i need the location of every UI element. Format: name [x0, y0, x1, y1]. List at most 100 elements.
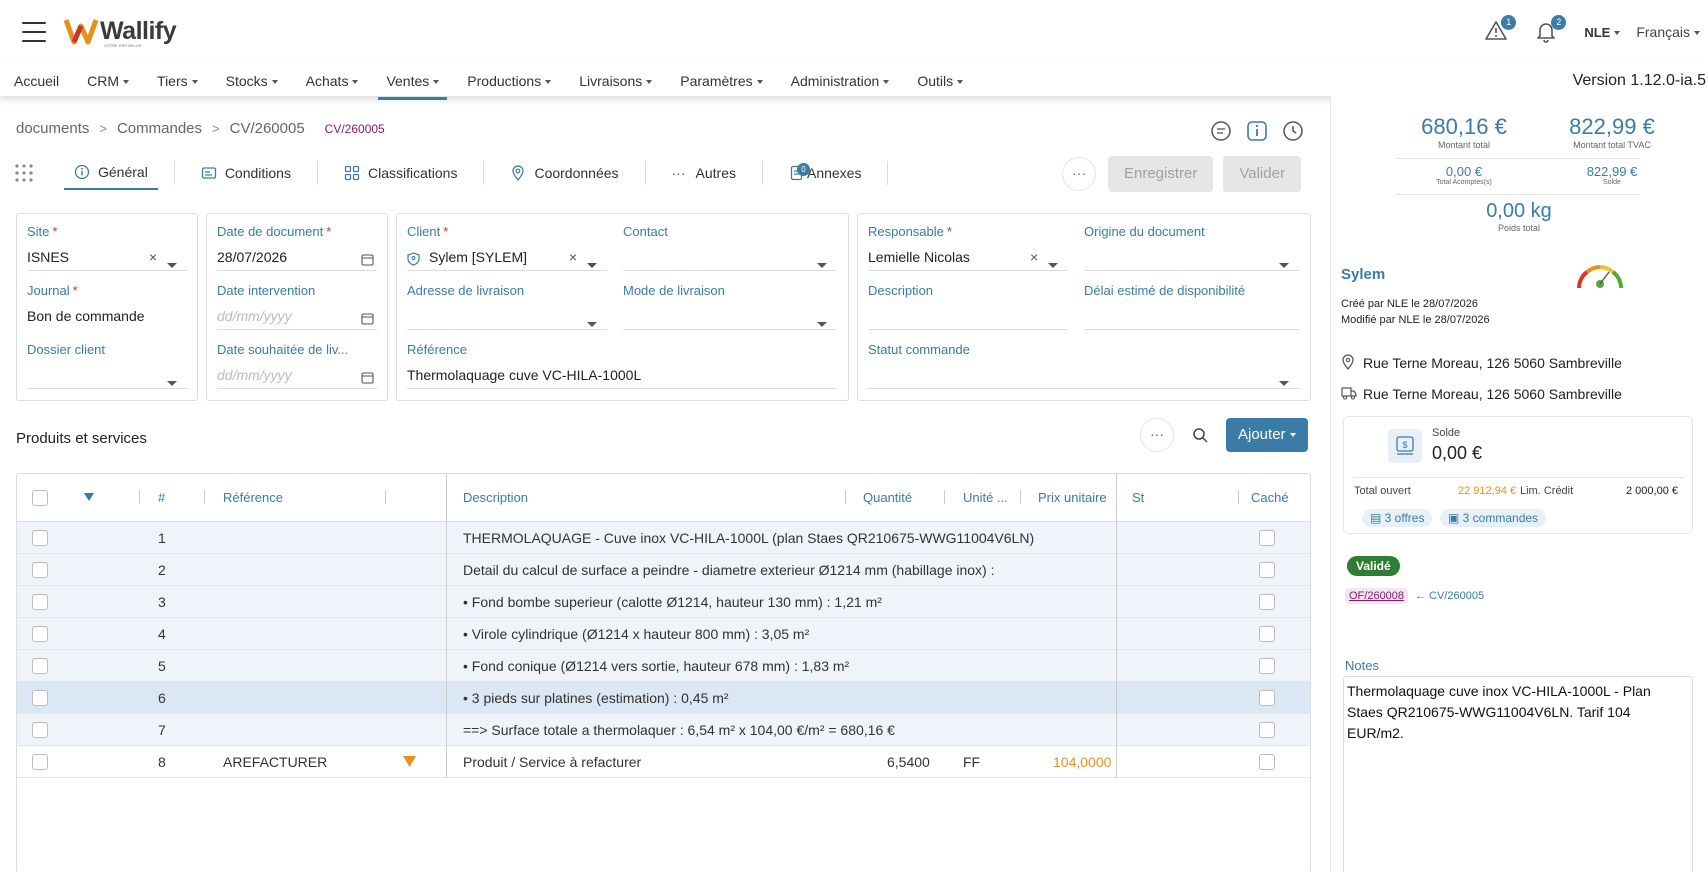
client-field[interactable]: Client * Sylem [SYLEM] ×	[407, 224, 607, 271]
chevron-down-icon[interactable]	[587, 255, 597, 271]
nav-crm[interactable]: CRM	[79, 64, 137, 97]
row-checkbox[interactable]	[32, 658, 48, 674]
date-intervention-field[interactable]: Date intervention dd/mm/yyyy	[217, 283, 377, 330]
select-all-checkbox[interactable]	[32, 490, 48, 506]
row-checkbox[interactable]	[32, 626, 48, 642]
clear-icon[interactable]: ×	[149, 249, 157, 265]
row-description[interactable]: THERMOLAQUAGE - Cuve inox VC-HILA-1000L …	[463, 530, 1034, 546]
contact-field[interactable]: Contact	[623, 224, 837, 271]
chevron-down-icon[interactable]	[1048, 255, 1058, 271]
row-checkbox[interactable]	[32, 562, 48, 578]
mode-livraison-field[interactable]: Mode de livraison	[623, 283, 837, 330]
comment-icon[interactable]	[1210, 120, 1232, 142]
date-document-field[interactable]: Date de document * 28/07/2026	[217, 224, 377, 271]
calendar-icon[interactable]	[361, 371, 374, 384]
col-st[interactable]: St	[1132, 490, 1144, 505]
col-reference[interactable]: Référence	[223, 490, 283, 505]
tab-annexes[interactable]: 0 Annexes	[779, 157, 871, 189]
nav-outils[interactable]: Outils	[909, 64, 971, 97]
tab-conditions[interactable]: Conditions	[191, 157, 301, 189]
tab-classifications[interactable]: Classifications	[334, 157, 467, 189]
logo[interactable]: Wallify VOTRE ERP BELGE	[64, 16, 177, 48]
col-num[interactable]: #	[158, 490, 165, 505]
site-field[interactable]: Site * ISNES ×	[27, 224, 187, 271]
col-description[interactable]: Description	[463, 490, 528, 505]
breadcrumb-documents[interactable]: documents	[16, 120, 89, 137]
linked-of-link[interactable]: OF/260008	[1345, 588, 1409, 604]
notes-textarea[interactable]: Thermolaquage cuve inox VC-HILA-1000L - …	[1343, 676, 1693, 872]
row-price[interactable]: 104,0000	[1053, 754, 1111, 770]
row-description[interactable]: Detail du calcul de surface a peindre - …	[463, 562, 995, 578]
row-checkbox[interactable]	[32, 722, 48, 738]
nav-livraisons[interactable]: Livraisons	[571, 64, 660, 97]
row-hidden-checkbox[interactable]	[1259, 754, 1275, 770]
nav-ventes[interactable]: Ventes	[378, 64, 448, 100]
info-icon[interactable]	[1246, 120, 1268, 142]
adresse-field[interactable]: Adresse de livraison	[407, 283, 607, 330]
row-hidden-checkbox[interactable]	[1259, 594, 1275, 610]
row-description[interactable]: • 3 pieds sur platines (estimation) : 0,…	[463, 690, 729, 706]
row-reference[interactable]: AREFACTURER	[223, 754, 327, 770]
col-prix[interactable]: Prix unitaire	[1038, 490, 1107, 505]
chevron-down-icon[interactable]	[817, 255, 827, 271]
breadcrumb-commandes[interactable]: Commandes	[117, 120, 202, 137]
language-menu[interactable]: Français	[1636, 24, 1700, 40]
user-menu[interactable]: NLE	[1584, 25, 1621, 40]
col-quantite[interactable]: Quantité	[863, 490, 912, 505]
row-hidden-checkbox[interactable]	[1259, 530, 1275, 546]
orders-link[interactable]: ▣ 3 commandes	[1440, 509, 1547, 527]
row-description[interactable]: Produit / Service à refacturer	[463, 754, 641, 770]
row-unit[interactable]: FF	[963, 754, 980, 770]
chevron-down-icon[interactable]	[587, 314, 597, 330]
sort-icon[interactable]	[84, 493, 94, 501]
chevron-down-icon[interactable]	[1279, 255, 1289, 271]
calendar-icon[interactable]	[361, 312, 374, 325]
nav-accueil[interactable]: Accueil	[6, 64, 67, 97]
clear-icon[interactable]: ×	[1030, 249, 1038, 265]
origine-field[interactable]: Origine du document	[1084, 224, 1299, 271]
row-quantity[interactable]: 6,5400	[887, 754, 930, 770]
reference-field[interactable]: Référence Thermolaquage cuve VC-HILA-100…	[407, 342, 837, 389]
bell-icon[interactable]: 2	[1534, 15, 1567, 45]
row-checkbox[interactable]	[32, 594, 48, 610]
description-field[interactable]: Description	[868, 283, 1068, 330]
validate-button[interactable]: Valider	[1223, 156, 1301, 192]
row-checkbox[interactable]	[32, 530, 48, 546]
history-icon[interactable]	[1282, 120, 1304, 142]
row-hidden-checkbox[interactable]	[1259, 562, 1275, 578]
tab-coordonnees[interactable]: Coordonnées	[500, 157, 628, 189]
row-description[interactable]: • Virole cylindrique (Ø1214 x hauteur 80…	[463, 626, 809, 642]
grid-icon[interactable]	[14, 163, 34, 183]
offers-link[interactable]: ▤ 3 offres	[1362, 509, 1433, 527]
journal-field[interactable]: Journal * Bon de commande	[27, 283, 187, 324]
row-description[interactable]: • Fond conique (Ø1214 vers sortie, haute…	[463, 658, 849, 674]
chevron-down-icon[interactable]	[817, 314, 827, 330]
products-more-button[interactable]: ···	[1140, 418, 1174, 452]
row-hidden-checkbox[interactable]	[1259, 626, 1275, 642]
calendar-icon[interactable]	[361, 253, 374, 266]
row-description[interactable]: • Fond bombe superieur (calotte Ø1214, h…	[463, 594, 882, 610]
statut-field[interactable]: Statut commande	[868, 342, 1299, 389]
col-cache[interactable]: Caché	[1251, 490, 1289, 505]
row-hidden-checkbox[interactable]	[1259, 690, 1275, 706]
row-description[interactable]: ==> Surface totale a thermolaquer : 6,54…	[463, 722, 895, 738]
clear-icon[interactable]: ×	[569, 249, 577, 265]
nav-stocks[interactable]: Stocks	[218, 64, 286, 97]
dossier-field[interactable]: Dossier client	[27, 342, 187, 389]
search-icon[interactable]	[1192, 427, 1208, 443]
row-hidden-checkbox[interactable]	[1259, 658, 1275, 674]
warning-icon[interactable]: 1	[1484, 15, 1517, 45]
row-checkbox[interactable]	[32, 754, 48, 770]
tab-general[interactable]: Général	[64, 156, 158, 190]
nav-achats[interactable]: Achats	[298, 64, 367, 97]
more-actions-button[interactable]: ···	[1062, 157, 1096, 191]
add-button[interactable]: Ajouter	[1226, 418, 1308, 452]
nav-tiers[interactable]: Tiers	[149, 64, 206, 97]
chevron-down-icon[interactable]	[167, 255, 177, 271]
nav-productions[interactable]: Productions	[459, 64, 559, 97]
row-checkbox[interactable]	[32, 690, 48, 706]
linked-cv-link[interactable]: ← CV/260005	[1415, 590, 1484, 602]
nav-parametres[interactable]: Paramètres	[672, 64, 770, 97]
col-unite[interactable]: Unité ...	[963, 490, 1008, 505]
tab-autres[interactable]: ··· Autres	[662, 157, 746, 189]
